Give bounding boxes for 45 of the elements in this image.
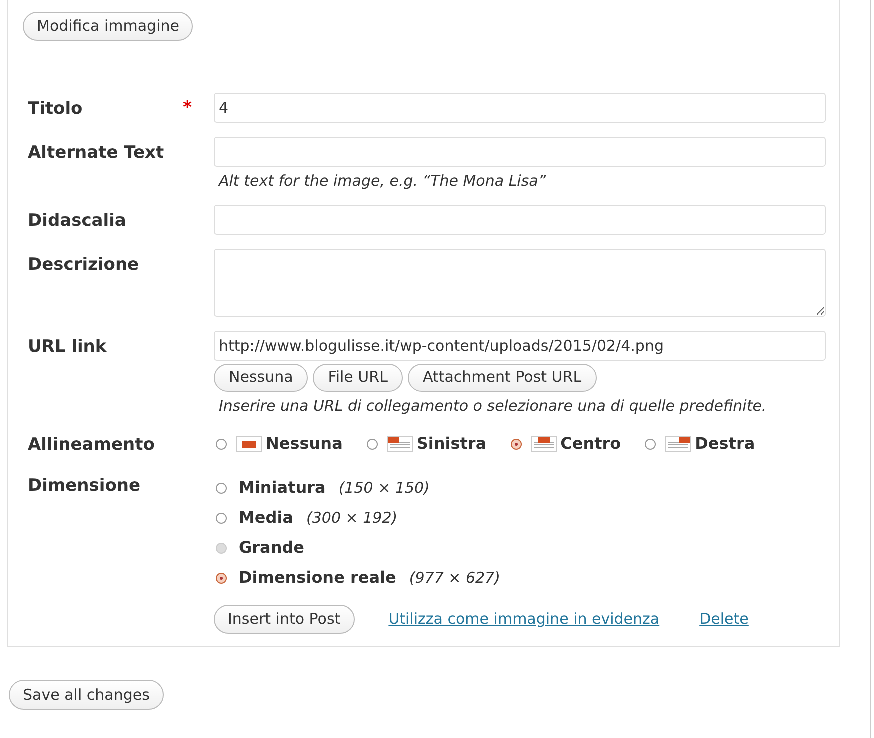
radio-label: Destra bbox=[695, 433, 756, 455]
insert-button[interactable]: Insert into Post bbox=[214, 605, 355, 634]
field-label: Titolo bbox=[28, 98, 83, 121]
required-marker: * bbox=[183, 97, 192, 119]
radio-label: Centro bbox=[560, 433, 622, 455]
radio-button[interactable] bbox=[216, 482, 227, 494]
featured-image-link[interactable]: Utilizza come immagine in evidenza bbox=[388, 608, 660, 631]
field-label: Dimensione bbox=[28, 475, 141, 498]
link-preset-button[interactable]: Nessuna bbox=[214, 364, 308, 392]
field-label: Descrizione bbox=[28, 254, 140, 276]
help-text: Inserire una URL di collegamento o selezionare una di quelle predefinite. bbox=[218, 396, 768, 416]
link-preset-button[interactable]: File URL bbox=[313, 364, 403, 392]
radio-button[interactable] bbox=[510, 438, 522, 450]
radio-button[interactable] bbox=[645, 438, 656, 450]
text-field[interactable] bbox=[214, 137, 826, 167]
help-text: Alt text for the image, e.g. “The Mona Lisa” bbox=[217, 171, 548, 192]
field-label: URL link bbox=[28, 336, 107, 358]
radio-label: Grande bbox=[239, 537, 305, 559]
align-left-icon bbox=[386, 436, 413, 452]
size-dimensions: (150 × 150) bbox=[338, 478, 430, 499]
url-field[interactable]: http://www.blogulisse.it/wp-content/uploads/2015/02/4.png bbox=[214, 330, 826, 360]
size-dimensions: (977 × 627) bbox=[409, 568, 500, 589]
align-none-icon bbox=[236, 436, 262, 452]
radio-label: Dimensione reale bbox=[239, 567, 396, 589]
align-right-icon bbox=[665, 436, 692, 452]
text-field[interactable]: 4 bbox=[214, 93, 826, 123]
radio-button[interactable] bbox=[216, 438, 227, 450]
radio-label: Media bbox=[239, 507, 294, 529]
delete-link[interactable]: Delete bbox=[700, 608, 749, 631]
link-preset-button[interactable]: Attachment Post URL bbox=[408, 364, 597, 392]
description-field[interactable] bbox=[214, 248, 826, 316]
field-label: Didascalia bbox=[28, 210, 126, 232]
radio-label: Nessuna bbox=[266, 433, 343, 455]
text-field[interactable] bbox=[214, 204, 826, 234]
size-dimensions: (300 × 192) bbox=[306, 508, 398, 529]
field-label: Alternate Text bbox=[28, 142, 164, 165]
radio-button[interactable] bbox=[216, 512, 227, 524]
radio-label: Sinistra bbox=[416, 433, 487, 455]
radio-label: Miniatura bbox=[239, 477, 326, 499]
edit-image-button[interactable]: Modifica immagine bbox=[23, 12, 194, 41]
radio-button[interactable] bbox=[216, 572, 227, 584]
align-center-icon bbox=[530, 436, 557, 452]
field-label: Allineamento bbox=[28, 434, 155, 457]
save-button[interactable]: Save all changes bbox=[9, 680, 164, 710]
radio-button[interactable] bbox=[366, 438, 378, 450]
